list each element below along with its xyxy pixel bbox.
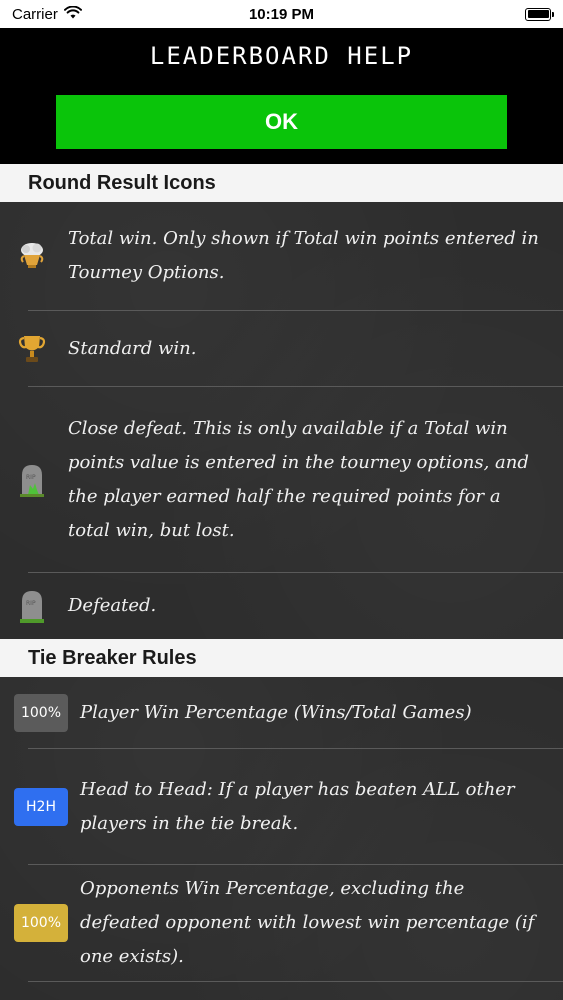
carrier-label: Carrier — [12, 5, 58, 23]
badge-wrapper: 100% — [14, 904, 68, 942]
status-left: Carrier — [12, 5, 82, 23]
ok-button[interactable]: OK — [56, 95, 507, 149]
list-item: RIP Defeated. — [20, 573, 563, 639]
badge-wrapper: 100% — [14, 693, 68, 732]
head-to-head-badge: H2H — [14, 787, 68, 826]
section-header-tie-breaker: Tie Breaker Rules — [0, 639, 563, 677]
section-header-round-results: Round Result Icons — [0, 164, 563, 202]
round-item-text: Total win. Only shown if Total win point… — [68, 228, 539, 283]
tie-item-text: Opponents Win Percentage, excluding the … — [80, 878, 535, 967]
trophy-icon — [12, 333, 52, 365]
header: LEADERBOARD HELP OK — [0, 28, 563, 164]
svg-text:RIP: RIP — [26, 474, 36, 481]
round-item-text: Defeated. — [68, 595, 157, 616]
round-item-text: Standard win. — [68, 337, 197, 359]
wifi-icon — [63, 5, 82, 23]
tie-item-text: Head to Head: If a player has beaten ALL… — [80, 778, 515, 834]
list-item: Total win. Only shown if Total win point… — [20, 202, 563, 311]
list-item: RIP Close defeat. This is only available… — [20, 387, 563, 573]
total-win-icon — [12, 241, 52, 271]
round-item-text: Close defeat. This is only available if … — [68, 417, 529, 541]
tie-breaker-list: 100% Player Win Percentage (Wins/Total G… — [0, 677, 563, 1000]
badge-wrapper: H2H — [14, 787, 68, 826]
list-item: Standard win. — [18, 311, 563, 387]
status-time: 10:19 PM — [248, 5, 315, 23]
round-results-list: Total win. Only shown if Total win point… — [0, 202, 563, 639]
page-title: LEADERBOARD HELP — [149, 42, 414, 70]
status-bar: Carrier 10:19 PM — [0, 0, 563, 28]
svg-text:RIP: RIP — [26, 600, 36, 607]
list-item: H2H Head to Head: If a player has beaten… — [14, 749, 563, 865]
tie-item-text: Player Win Percentage (Wins/Total Games) — [80, 701, 472, 723]
battery-icon — [525, 7, 554, 21]
opponents-win-percentage-badge: 100% — [14, 904, 68, 942]
list-item: 100% Opponents Win Percentage, excluding… — [14, 865, 563, 982]
list-item: 100% Player Win Percentage (Wins/Total G… — [14, 677, 563, 749]
win-percentage-badge: 100% — [14, 693, 68, 732]
tombstone-icon: RIP — [12, 589, 52, 623]
close-defeat-tombstone-icon: RIP — [12, 463, 52, 497]
